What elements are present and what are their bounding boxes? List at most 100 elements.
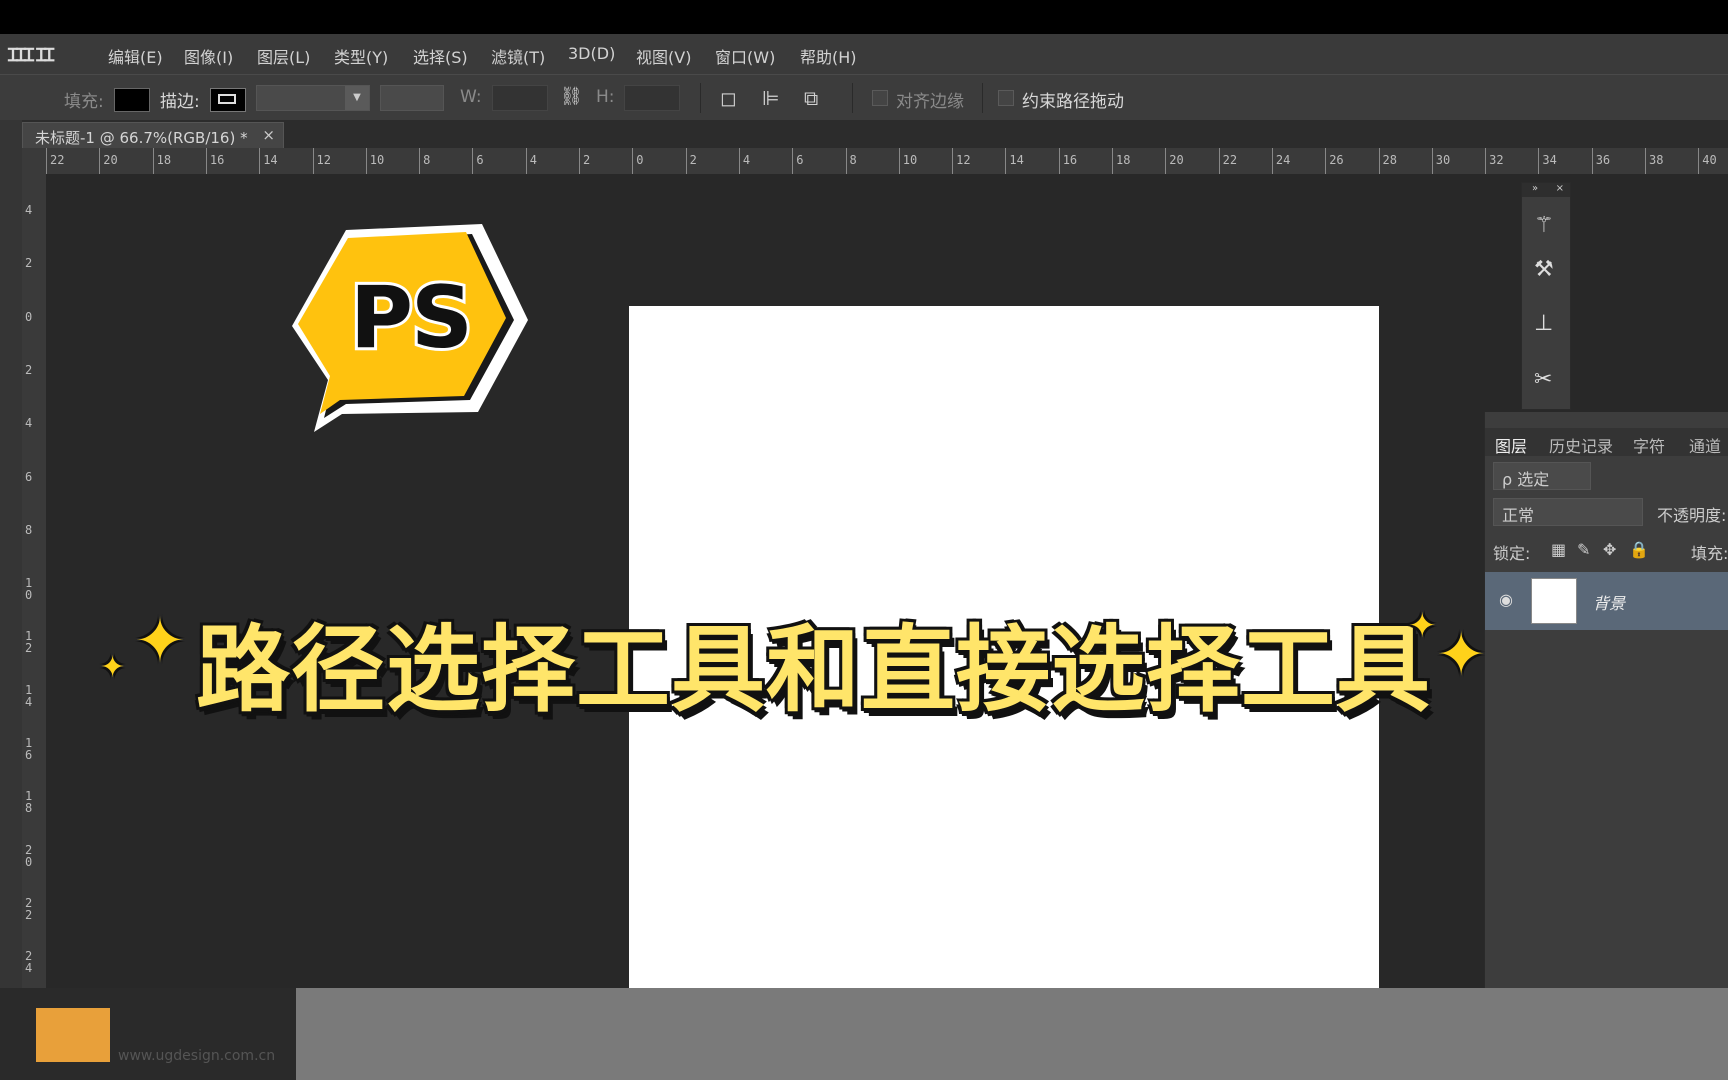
lock-transparent-icon[interactable]: ▦ xyxy=(1551,540,1566,559)
ruler-tick-label: 18 xyxy=(156,153,172,167)
align-edges-checkbox[interactable] xyxy=(872,90,888,106)
close-icon[interactable]: × xyxy=(1556,183,1564,194)
menu-help[interactable]: 帮助(H) xyxy=(800,44,857,68)
ruler-tick-label: 32 xyxy=(1489,153,1504,167)
ruler-tick-label: 2 xyxy=(25,256,33,271)
ruler-tick-label: 6 xyxy=(796,153,804,167)
ruler-tick xyxy=(259,148,261,174)
tools-bar[interactable] xyxy=(0,120,22,1000)
ruler-tick-label: 26 xyxy=(1329,153,1344,167)
menu-edit[interactable]: 编辑(E) xyxy=(108,44,163,68)
collapse-icon[interactable]: » xyxy=(1532,183,1538,194)
blend-mode-dropdown[interactable]: 正常 xyxy=(1493,498,1643,526)
horizontal-ruler[interactable]: 22 20 18 16 14 12 10 8 6 4 2 0 2 4 6 8 10 12 14 16 18 20 22 24 2… xyxy=(22,148,1728,175)
lock-pixels-icon[interactable]: ✎ xyxy=(1577,540,1590,559)
lock-all-icon[interactable]: 🔒 xyxy=(1629,540,1649,559)
fill-swatch[interactable] xyxy=(114,88,150,112)
window-top-bar xyxy=(0,0,1728,34)
width-field[interactable] xyxy=(492,85,548,111)
tool-presets-panel: » × ⚚ ⚒ ⊥ ✂ xyxy=(1521,182,1571,410)
ruler-tick xyxy=(312,148,314,174)
document-tab[interactable]: 未标题-1 @ 66.7%(RGB/16) * × xyxy=(22,122,284,148)
menu-image[interactable]: 图像(I) xyxy=(184,44,233,68)
tab-layers[interactable]: 图层 xyxy=(1495,433,1527,457)
vertical-ruler[interactable]: 4 2 0 2 4 6 8 10 12 14 16 18 20 22 24 xyxy=(22,174,47,994)
stroke-type-dropdown[interactable] xyxy=(380,85,444,111)
ruler-tick-label: 20 xyxy=(1169,153,1184,167)
stroke-width-dropdown[interactable]: ▼ xyxy=(256,85,370,111)
lock-position-icon[interactable]: ✥ xyxy=(1603,540,1616,559)
ruler-tick-label: 36 xyxy=(1595,153,1611,167)
layer-filter-dropdown[interactable]: ρ 选定 xyxy=(1493,462,1591,490)
ruler-tick-label: 14 xyxy=(263,153,278,167)
ruler-tick xyxy=(1271,148,1273,174)
ruler-tick-label: 12 xyxy=(25,629,33,656)
menu-window[interactable]: 窗口(W) xyxy=(715,44,775,68)
ruler-tick-label: 6 xyxy=(476,153,484,167)
lock-label: 锁定: xyxy=(1493,544,1531,563)
ruler-tick-label: 24 xyxy=(1275,153,1291,167)
menu-bar: ꞮꞮꞮ ꞮꞮ 编辑(E) 图像(I) 图层(L) 类型(Y) 选择(S) 滤镜(… xyxy=(0,34,1728,74)
ruler-tick-label: 20 xyxy=(25,842,33,869)
link-icon[interactable]: ⛓ xyxy=(560,86,583,107)
ruler-tick xyxy=(1165,148,1167,174)
ruler-tick xyxy=(365,148,367,174)
ruler-tick xyxy=(685,148,687,174)
ruler-tick-label: 40 xyxy=(1702,153,1717,167)
ruler-tick xyxy=(472,148,474,174)
divider xyxy=(982,83,983,113)
ruler-tick-label: 4 xyxy=(742,153,751,167)
visibility-eye-icon[interactable]: ◉ xyxy=(1499,590,1513,609)
tool-presets-icon[interactable]: ⚒ xyxy=(1534,257,1554,282)
ruler-tick xyxy=(205,148,207,174)
layer-thumbnail xyxy=(1531,578,1577,624)
path-arrangement-icon[interactable]: ⧉ xyxy=(804,86,818,110)
ruler-tick-label: 8 xyxy=(423,153,431,167)
ruler-tick-label: 4 xyxy=(529,153,537,167)
menu-select[interactable]: 选择(S) xyxy=(413,44,468,68)
ruler-tick xyxy=(1325,148,1327,174)
ruler-tick xyxy=(952,148,954,174)
ruler-tick xyxy=(792,148,794,174)
menu-view[interactable]: 视图(V) xyxy=(636,44,691,68)
ruler-tick-label: 16 xyxy=(1062,153,1078,167)
menu-filter[interactable]: 滤镜(T) xyxy=(491,44,545,68)
height-label: H: xyxy=(596,87,615,107)
menu-type[interactable]: 类型(Y) xyxy=(334,44,388,68)
layer-row-background[interactable]: ◉ 背景 xyxy=(1485,572,1728,630)
stroke-swatch[interactable] xyxy=(210,88,246,112)
ruler-tick-label: 4 xyxy=(25,203,33,217)
close-icon[interactable]: × xyxy=(262,126,275,144)
ruler-tick-label: 34 xyxy=(1542,153,1557,167)
ruler-tick-label: 38 xyxy=(1649,153,1664,167)
sparkle-icon: ✦ xyxy=(1408,606,1437,646)
menu-layer[interactable]: 图层(L) xyxy=(257,44,310,68)
tab-channels[interactable]: 通道 xyxy=(1689,433,1721,457)
ruler-tick-label: 10 xyxy=(25,576,33,603)
sparkle-icon: ✦ xyxy=(1436,620,1487,690)
tab-history[interactable]: 历史记录 xyxy=(1549,433,1613,457)
ruler-tick-label: 2 xyxy=(689,153,697,167)
brush-presets-icon[interactable]: ⚚ xyxy=(1534,213,1554,238)
tools-icon[interactable]: ✂ xyxy=(1534,367,1552,392)
opacity-label: 不透明度: xyxy=(1657,506,1727,525)
ruler-tick-label: 4 xyxy=(25,416,33,431)
ruler-tick-label: 24 xyxy=(25,949,33,976)
stroke-label: 描边: xyxy=(160,92,200,112)
ruler-tick-label: 10 xyxy=(369,153,385,167)
ruler-tick-label: 10 xyxy=(902,153,918,167)
watermark-url: www.ugdesign.com.cn xyxy=(118,1048,276,1064)
ruler-tick-label: 8 xyxy=(25,522,33,537)
document-title: 未标题-1 @ 66.7%(RGB/16) * xyxy=(35,129,248,147)
fill-label: 填充: xyxy=(64,92,104,112)
layers-panel: 图层 历史记录 字符 通道 ρ 选定 正常 不透明度: 锁定: ▦ ✎ ✥ 🔒 … xyxy=(1484,412,1728,992)
path-alignment-icon[interactable]: ⊫ xyxy=(762,86,779,110)
menu-3d[interactable]: 3D(D) xyxy=(568,44,615,63)
tab-character[interactable]: 字符 xyxy=(1633,433,1665,457)
clone-source-icon[interactable]: ⊥ xyxy=(1534,311,1553,336)
ruler-tick xyxy=(738,148,740,174)
path-operations-icon[interactable]: ◻ xyxy=(720,86,737,110)
constrain-path-checkbox[interactable] xyxy=(998,90,1014,106)
ruler-tick xyxy=(1005,148,1007,174)
height-field[interactable] xyxy=(624,85,680,111)
